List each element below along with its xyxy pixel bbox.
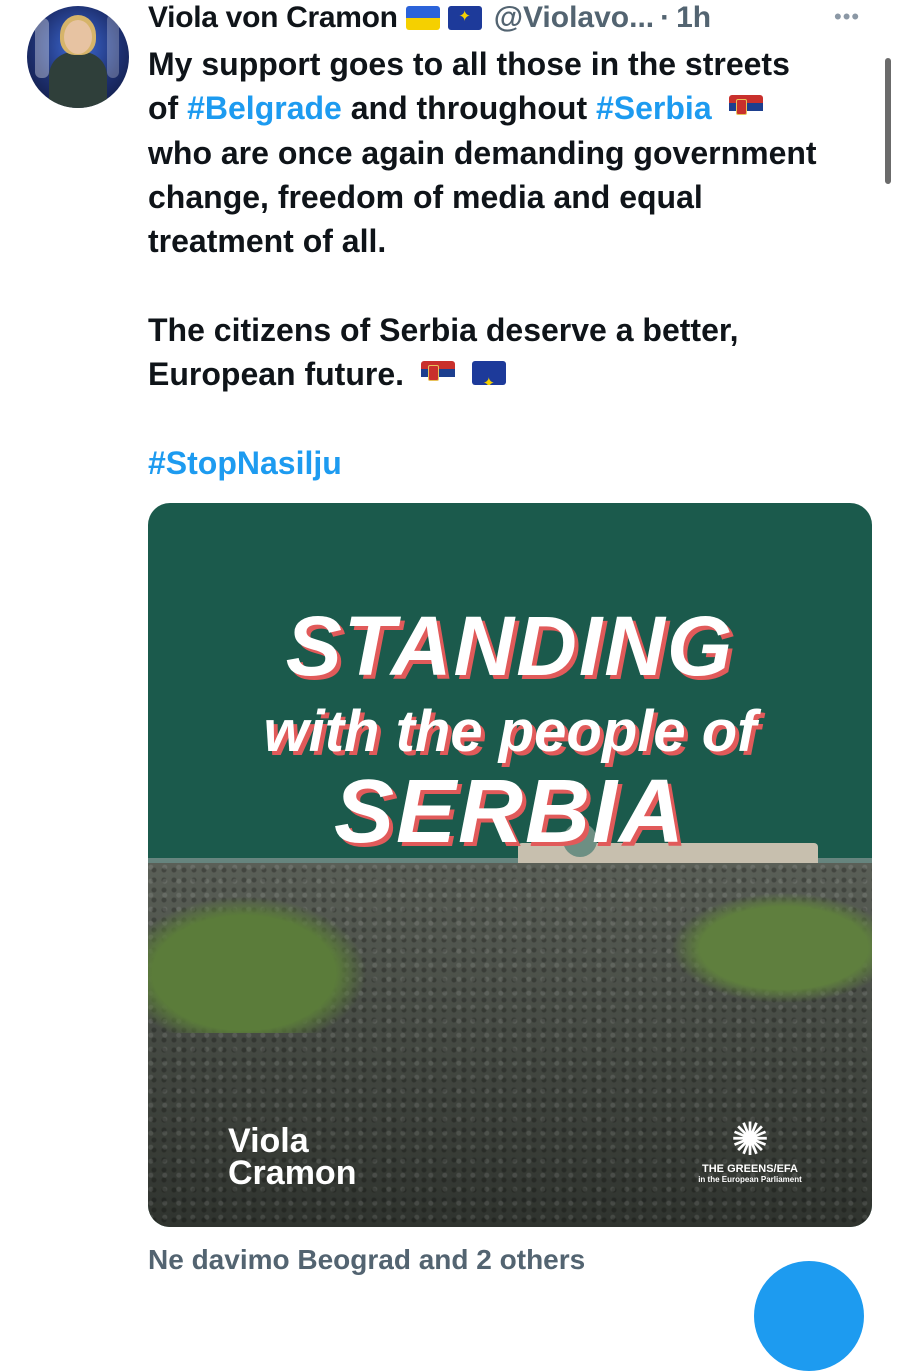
separator-dot: · (660, 1, 671, 34)
media-title-standing: STANDING (285, 599, 735, 693)
avatar-face (64, 20, 92, 54)
tweet-text: My support goes to all those in the stre… (148, 42, 878, 485)
trees-right (652, 883, 872, 1013)
hashtag-serbia[interactable]: #Serbia (596, 90, 712, 126)
tweet-line: change, freedom of media and equal (148, 178, 703, 215)
scrollbar[interactable] (885, 58, 891, 184)
tweet-media-image[interactable]: STANDING with the people of SERBIA Viola… (148, 503, 872, 1227)
avatar[interactable] (27, 6, 129, 108)
serbia-flag-icon (728, 95, 763, 120)
tweet-time[interactable]: 1h (676, 1, 711, 35)
tweet-line: The citizens of Serbia deserve a better, (148, 311, 739, 348)
tweet-header: Viola von Cramon @Violavo... · 1h (148, 0, 711, 36)
serbia-flag-icon (420, 361, 455, 386)
media-title-subtitle: with the people of (263, 699, 757, 764)
more-options-icon[interactable]: ••• (834, 4, 860, 30)
trees-left (148, 883, 388, 1033)
hashtag-stopnasilju[interactable]: #StopNasilju (148, 441, 878, 485)
author-name[interactable]: Viola von Cramon (148, 1, 398, 35)
logo-left-line: Viola (228, 1122, 309, 1160)
hashtag-belgrade[interactable]: #Belgrade (187, 90, 342, 126)
viola-cramon-logo: Viola Cramon (228, 1122, 357, 1192)
tweet-line: European future. (148, 352, 878, 396)
avatar-body (49, 52, 107, 108)
logo-left-line: Cramon (228, 1154, 357, 1192)
ukraine-flag-icon (405, 6, 440, 30)
tweet-line: treatment of all. (148, 223, 387, 260)
media-title-serbia: SERBIA (333, 762, 687, 862)
greens-flower-icon: ✺ (730, 1113, 770, 1165)
avatar-light-decor (35, 18, 49, 78)
eu-flag-icon (447, 6, 482, 30)
tweet-text-fragment: and throughout (350, 90, 588, 127)
paragraph-break (148, 263, 878, 307)
paragraph-break (148, 396, 878, 440)
eu-flag-icon (471, 361, 506, 386)
tweet-line: of #Belgrade and throughout #Serbia (148, 86, 878, 130)
greens-efa-logo: ✺ THE GREENS/EFA in the European Parliam… (694, 1115, 806, 1185)
tweet-line: My support goes to all those in the stre… (148, 46, 790, 82)
tweet-text-fragment: European future. (148, 356, 405, 393)
tweet-line: who are once again demanding government (148, 134, 817, 171)
greens-efa-subtext: in the European Parliament (698, 1175, 802, 1184)
author-handle[interactable]: @Violavo... (494, 1, 654, 35)
avatar-light-decor (107, 14, 119, 78)
liked-by-text[interactable]: Ne davimo Beograd and 2 others (148, 1244, 585, 1276)
compose-button[interactable] (754, 1261, 864, 1371)
tweet-text-fragment: of (148, 90, 179, 127)
greens-efa-text: THE GREENS/EFA (702, 1163, 798, 1175)
